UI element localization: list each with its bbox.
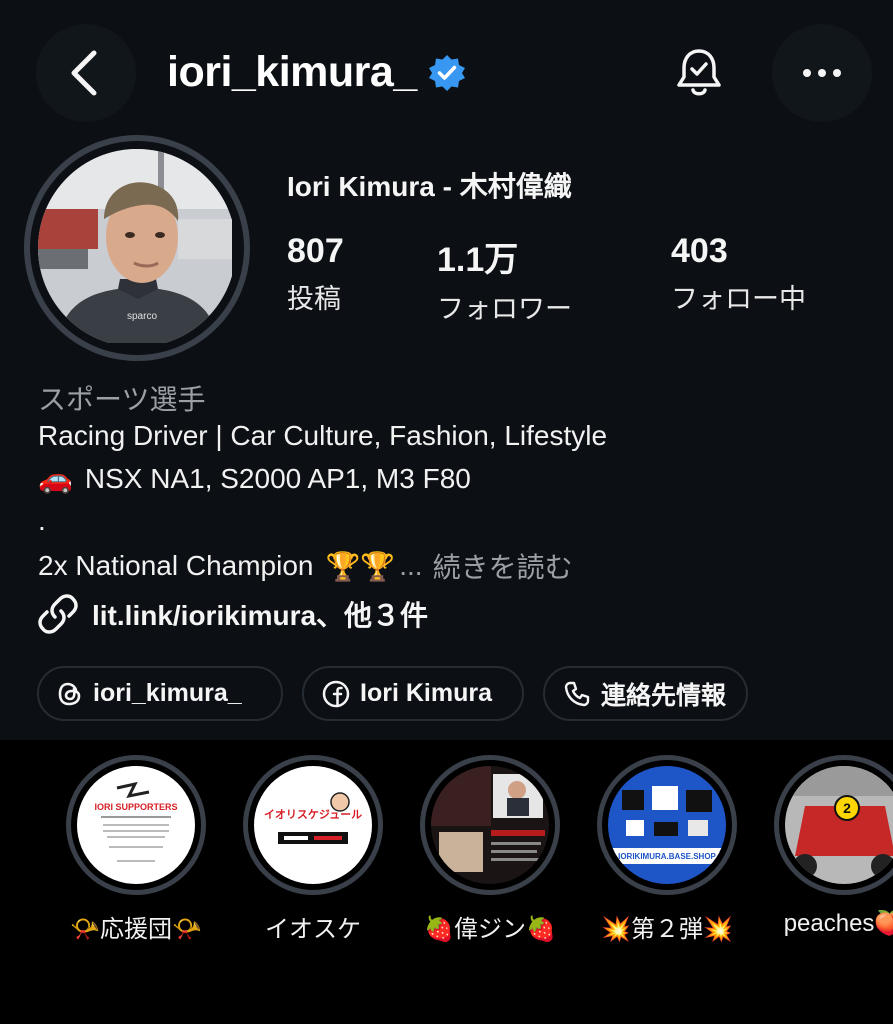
profile-category: スポーツ選手 xyxy=(38,384,206,415)
svg-text:2: 2 xyxy=(843,800,851,816)
highlight-cover-title: イオリスケジュール xyxy=(264,808,362,821)
threads-icon xyxy=(58,682,81,705)
contact-info-chip-label: 連絡先情報 xyxy=(601,681,727,710)
verified-badge-icon xyxy=(428,54,465,91)
highlight-label: 💥第２弾💥 xyxy=(601,916,733,943)
highlight-cover: イオリスケジュール xyxy=(254,766,372,884)
highlight-cover xyxy=(431,766,549,884)
stat-label: 投稿 xyxy=(287,284,341,314)
bio-line-3: . xyxy=(38,505,46,536)
more-options-button[interactable] xyxy=(772,24,872,122)
highlight-cover-title: IORI SUPPORTERS xyxy=(94,802,177,812)
highlight-ring: IORI SUPPORTERS xyxy=(66,755,206,895)
highlight-cover: IORI SUPPORTERS xyxy=(77,766,195,884)
highlight-ring: IORIKIMURA.BASE.SHOP xyxy=(597,755,737,895)
bio-line-4-text: 2x National Champion xyxy=(38,550,314,581)
threads-chip-label: iori_kimura_ xyxy=(93,679,242,707)
stat-value: 807 xyxy=(287,232,344,270)
stat-label: フォロー中 xyxy=(671,284,806,314)
bio-line-2-text: NSX NA1, S2000 AP1, M3 F80 xyxy=(84,462,471,494)
profile-full-name: Iori Kimura - 木村偉織 xyxy=(287,171,572,202)
car-emoji-icon: 🚗 xyxy=(38,463,73,494)
phone-icon xyxy=(564,681,590,706)
back-button[interactable] xyxy=(36,24,136,122)
notifications-bell-button[interactable] xyxy=(650,24,748,122)
highlight-item[interactable]: IORIKIMURA.BASE.SHOP 💥第２弾💥 xyxy=(597,755,737,944)
highlight-ring: 2 xyxy=(774,755,893,895)
highlight-cover: IORIKIMURA.BASE.SHOP xyxy=(608,766,726,884)
highlight-label: イオスケ xyxy=(265,916,361,943)
bell-check-icon xyxy=(677,49,721,96)
avatar: sparco xyxy=(38,149,236,347)
profile-avatar-ring[interactable]: sparco xyxy=(24,135,250,361)
highlight-cover-title: IORIKIMURA.BASE.SHOP xyxy=(618,852,716,861)
top-bar: iori_kimura_ xyxy=(0,0,893,140)
stat-value: 1.1万 xyxy=(437,241,519,279)
highlight-item[interactable]: 🍓偉ジン🍓 xyxy=(420,755,560,944)
highlight-cover: 2 xyxy=(785,766,893,884)
more-horizontal-icon xyxy=(803,69,841,77)
stat-label: フォロワー xyxy=(437,294,572,324)
bio-line-1: Racing Driver | Car Culture, Fashion, Li… xyxy=(38,420,608,451)
username-text: iori_kimura_ xyxy=(167,48,417,96)
bio-line-4: 2x National Champion 🏆🏆 ... 続きを読む xyxy=(38,546,573,586)
facebook-chip[interactable]: Iori Kimura xyxy=(302,666,524,721)
bio-link-text: lit.link/iorikimura、他３件 xyxy=(92,600,429,631)
highlight-ring: イオリスケジュール xyxy=(243,755,383,895)
stat-following[interactable]: 403 フォロー中 xyxy=(671,232,806,316)
highlight-label: 🍓偉ジン🍓 xyxy=(424,916,556,943)
chevron-left-icon xyxy=(71,50,97,96)
facebook-chip-label: Iori Kimura xyxy=(360,679,492,707)
story-highlights-strip: IORI SUPPORTERS 📯応援団📯 イオリスケジュール イオスケ 🍓偉ジ… xyxy=(0,740,893,1024)
read-more-link[interactable]: 続きを読む xyxy=(433,546,573,586)
threads-chip[interactable]: iori_kimura_ xyxy=(37,666,283,721)
link-icon xyxy=(38,594,78,634)
stat-posts[interactable]: 807 投稿 xyxy=(287,232,344,316)
highlight-item[interactable]: 2 peaches🍑 xyxy=(774,755,893,938)
svg-text:sparco: sparco xyxy=(127,311,157,322)
bio-link[interactable]: lit.link/iorikimura、他３件 xyxy=(38,594,428,634)
facebook-icon xyxy=(322,680,350,707)
trophy-emoji-icon: 🏆🏆 xyxy=(325,550,396,582)
bio-ellipsis: ... xyxy=(399,550,423,581)
contact-info-chip[interactable]: 連絡先情報 xyxy=(543,666,748,721)
profile-username: iori_kimura_ xyxy=(167,48,467,97)
highlight-label: peaches🍑 xyxy=(783,910,893,937)
highlight-item[interactable]: イオリスケジュール イオスケ xyxy=(243,755,383,944)
stat-followers[interactable]: 1.1万 フォロワー xyxy=(437,232,572,326)
highlight-label: 📯応援団📯 xyxy=(70,916,202,943)
highlight-item[interactable]: IORI SUPPORTERS 📯応援団📯 xyxy=(66,755,206,944)
highlight-ring xyxy=(420,755,560,895)
bio-line-2: 🚗 NSX NA1, S2000 AP1, M3 F80 xyxy=(38,462,471,495)
stat-value: 403 xyxy=(671,232,728,270)
